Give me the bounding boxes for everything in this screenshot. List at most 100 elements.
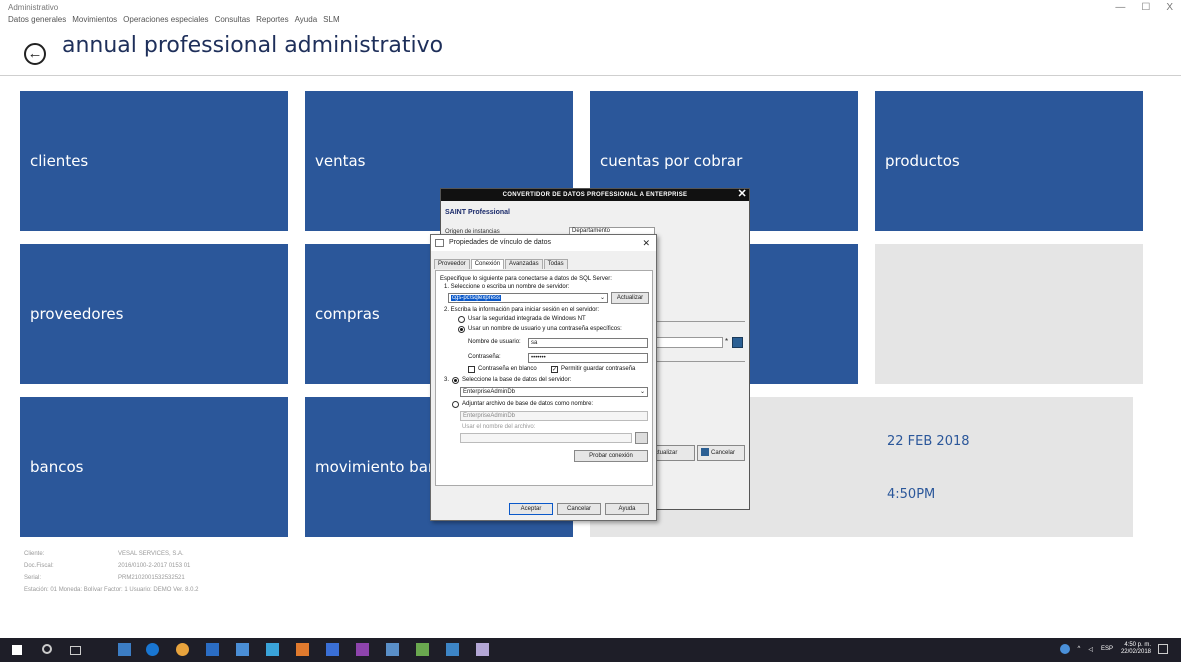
menu-ayuda[interactable]: Ayuda: [295, 15, 318, 24]
browse-icon[interactable]: [732, 337, 743, 348]
tab-proveedor[interactable]: Proveedor: [434, 259, 470, 269]
network-icon[interactable]: [1059, 644, 1070, 654]
app-icon[interactable]: [416, 643, 429, 656]
step3-label: Seleccione la base de datos del servidor…: [462, 377, 572, 383]
windows-start-icon[interactable]: [12, 645, 22, 655]
accept-button[interactable]: Aceptar: [509, 503, 553, 515]
file-explorer-icon[interactable]: [118, 643, 131, 656]
data-link-dialog: Propiedades de vínculo de datos ✕ Provee…: [430, 234, 657, 521]
divider: [651, 361, 745, 362]
attach-name-input[interactable]: EnterpriseAdminDb: [460, 411, 648, 421]
step2-label: 2. Escriba la información para iniciar s…: [444, 307, 600, 313]
tile-label: compras: [315, 305, 380, 323]
radio-attach-file[interactable]: [452, 401, 459, 408]
volume-icon[interactable]: ◁: [1088, 646, 1093, 653]
chrome-icon[interactable]: [176, 643, 189, 656]
update-button[interactable]: ctualizar: [651, 445, 695, 461]
language-indicator[interactable]: ESP: [1101, 646, 1113, 652]
connection-panel: Especifique lo siguiente para conectarse…: [435, 270, 653, 486]
tile-bancos[interactable]: bancos: [20, 397, 288, 537]
app-icon[interactable]: [296, 643, 309, 656]
menu-consultas[interactable]: Consultas: [215, 15, 251, 24]
refresh-button[interactable]: Actualizar: [611, 292, 649, 304]
cliente-label: Cliente:: [24, 551, 45, 557]
test-connection-button[interactable]: Probar conexión: [574, 450, 648, 462]
footer-info: Cliente: VESAL SERVICES, S.A. Doc.Fiscal:…: [24, 548, 198, 596]
chevron-down-icon[interactable]: ⌄: [640, 388, 645, 396]
minimize-button[interactable]: —: [1115, 2, 1125, 13]
taskbar-time: 4:50 p. m.: [1124, 642, 1151, 648]
window-title: Administrativo: [8, 3, 59, 12]
tile-label: clientes: [30, 152, 89, 170]
menu-datos-generales[interactable]: Datos generales: [8, 15, 66, 24]
search-icon[interactable]: [42, 644, 52, 654]
username-label: Nombre de usuario:: [468, 339, 521, 345]
radio-username[interactable]: [458, 326, 465, 333]
app-icon[interactable]: [326, 643, 339, 656]
taskbar-date: 22/02/2018: [1120, 649, 1151, 655]
converter-title: CONVERTIDOR DE DATOS PROFESSIONAL A ENTE…: [502, 192, 688, 198]
cancel-button[interactable]: Cancelar: [557, 503, 601, 515]
close-icon[interactable]: ✕: [737, 188, 747, 200]
blank-password-label: Contraseña en blanco: [478, 366, 537, 372]
tab-conexion[interactable]: Conexión: [470, 259, 505, 269]
blank-password-checkbox[interactable]: [468, 366, 475, 373]
password-input[interactable]: •••••••: [528, 353, 648, 363]
edge-icon[interactable]: [146, 643, 159, 656]
word-icon[interactable]: [206, 643, 219, 656]
app-icon[interactable]: [266, 643, 279, 656]
doc-fiscal-label: Doc.Fiscal:: [24, 563, 54, 569]
database-value: EnterpriseAdminDb: [463, 389, 516, 395]
section-title: SAINT Professional: [445, 209, 510, 216]
close-icon[interactable]: ✕: [642, 235, 650, 251]
menu-reportes[interactable]: Reportes: [256, 15, 288, 24]
tile-empty: [875, 244, 1143, 384]
tile-label: proveedores: [30, 305, 124, 323]
browse-button[interactable]: [635, 432, 648, 444]
tab-avanzadas[interactable]: Avanzadas: [505, 259, 543, 269]
close-button[interactable]: X: [1166, 2, 1173, 13]
app-icon[interactable]: [236, 643, 249, 656]
radio-windows-nt[interactable]: [458, 316, 465, 323]
save-password-checkbox[interactable]: ✓: [551, 366, 558, 373]
username-input[interactable]: sa: [528, 338, 648, 348]
maximize-button[interactable]: ☐: [1141, 2, 1150, 13]
cancel-button[interactable]: Cancelar: [697, 445, 745, 461]
menu-slm[interactable]: SLM: [323, 15, 339, 24]
notification-icon[interactable]: [1158, 644, 1168, 654]
task-view-icon[interactable]: [70, 646, 81, 655]
tile-label: ventas: [315, 152, 366, 170]
tile-productos[interactable]: productos: [875, 91, 1143, 231]
serial-value: PRM2102001532532521: [118, 575, 185, 581]
filename-input[interactable]: [460, 433, 632, 443]
taskbar: ^ ◁ ESP 4:50 p. m. 22/02/2018: [0, 638, 1181, 662]
menu-movimientos[interactable]: Movimientos: [72, 15, 117, 24]
dialog-title: Propiedades de vínculo de datos: [449, 239, 551, 246]
system-tray: ^ ◁ ESP 4:50 p. m. 22/02/2018: [1059, 642, 1151, 656]
tab-todas[interactable]: Todas: [543, 259, 568, 269]
filename-label: Usar el nombre del archivo:: [462, 424, 536, 430]
chevron-up-icon[interactable]: ^: [1078, 646, 1081, 652]
tile-proveedores[interactable]: proveedores: [20, 244, 288, 384]
radio-select-db[interactable]: [452, 377, 459, 384]
step3-number: 3.: [444, 377, 450, 383]
app-icon[interactable]: [446, 643, 459, 656]
taskbar-clock[interactable]: 4:50 p. m. 22/02/2018: [1121, 642, 1151, 656]
tile-label: bancos: [30, 458, 84, 476]
window-controls: — ☐ X: [1115, 2, 1173, 13]
app-icon[interactable]: [386, 643, 399, 656]
chevron-down-icon[interactable]: ⌄: [600, 294, 605, 302]
server-combobox[interactable]: cgs-pc\sqlexpress ⌄: [448, 293, 608, 303]
menu-operaciones-especiales[interactable]: Operaciones especiales: [123, 15, 208, 24]
tile-clientes[interactable]: clientes: [20, 91, 288, 231]
app-icon[interactable]: [356, 643, 369, 656]
path-field[interactable]: [651, 337, 723, 348]
cancel-icon: [701, 448, 709, 457]
converter-titlebar: CONVERTIDOR DE DATOS PROFESSIONAL A ENTE…: [441, 188, 749, 201]
help-button[interactable]: Ayuda: [605, 503, 649, 515]
tile-label: productos: [885, 152, 960, 170]
back-arrow-icon[interactable]: ←: [24, 43, 46, 65]
database-combobox[interactable]: EnterpriseAdminDb ⌄: [460, 387, 648, 397]
step1-label: 1. Seleccione o escriba un nombre de ser…: [444, 284, 570, 290]
app-icon[interactable]: [476, 643, 489, 656]
